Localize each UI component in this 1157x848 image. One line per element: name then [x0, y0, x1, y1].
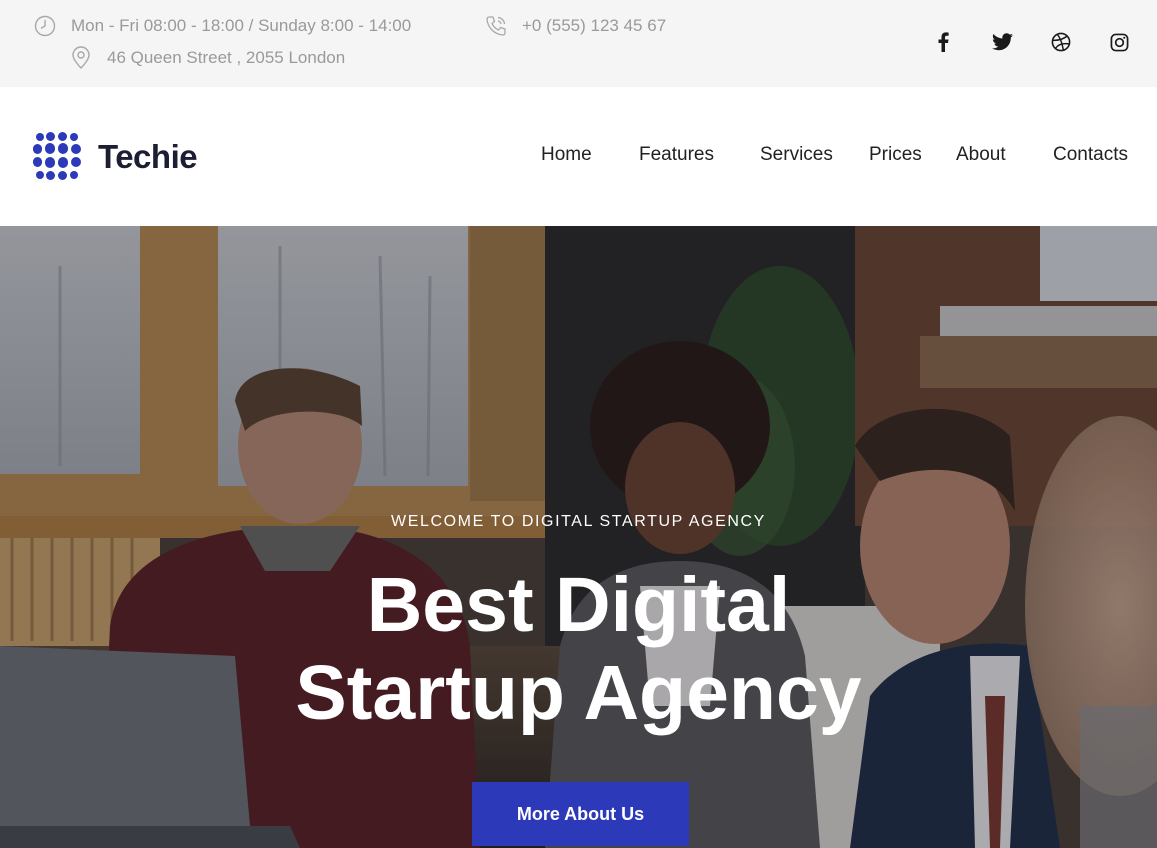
nav-services[interactable]: Services [760, 144, 833, 166]
more-about-us-button[interactable]: More About Us [472, 782, 689, 846]
top-info-bar: Mon - Fri 08:00 - 18:00 / Sunday 8:00 - … [0, 0, 1157, 87]
phone-number[interactable]: +0 (555) 123 45 67 [522, 16, 666, 36]
address-text: 46 Queen Street , 2055 London [107, 48, 346, 67]
nav-home[interactable]: Home [541, 144, 592, 166]
clock-icon [33, 14, 57, 38]
address: 46 Queen Street , 2055 London [69, 46, 345, 70]
hero-section: WELCOME TO DIGITAL STARTUP AGENCY Best D… [0, 226, 1157, 848]
hero-headline-line-1: Best Digital [366, 562, 791, 648]
twitter-icon[interactable] [990, 30, 1014, 54]
nav-about[interactable]: About [956, 144, 1006, 166]
instagram-icon[interactable] [1107, 30, 1131, 54]
opening-hours: Mon - Fri 08:00 - 18:00 / Sunday 8:00 - … [33, 14, 411, 38]
site-header: Techie Home Features Services Prices Abo… [0, 87, 1157, 226]
nav-prices[interactable]: Prices [869, 144, 922, 166]
hero-headline: Best Digital Startup Agency [0, 561, 1157, 737]
brand-logo[interactable]: Techie [32, 132, 198, 182]
hero-headline-line-2: Startup Agency [295, 650, 862, 736]
hero-kicker: WELCOME TO DIGITAL STARTUP AGENCY [391, 513, 766, 530]
nav-contacts[interactable]: Contacts [1053, 144, 1128, 166]
brand-name: Techie [98, 138, 198, 175]
hero-dark-overlay [0, 226, 1157, 848]
dot-grid-logo-icon [32, 132, 84, 182]
facebook-icon[interactable] [931, 30, 955, 54]
phone[interactable]: +0 (555) 123 45 67 [484, 14, 666, 38]
map-pin-icon [69, 46, 93, 70]
nav-features[interactable]: Features [639, 144, 714, 166]
opening-hours-text: Mon - Fri 08:00 - 18:00 / Sunday 8:00 - … [71, 16, 412, 35]
dribbble-icon[interactable] [1049, 30, 1073, 54]
phone-icon [484, 14, 508, 38]
